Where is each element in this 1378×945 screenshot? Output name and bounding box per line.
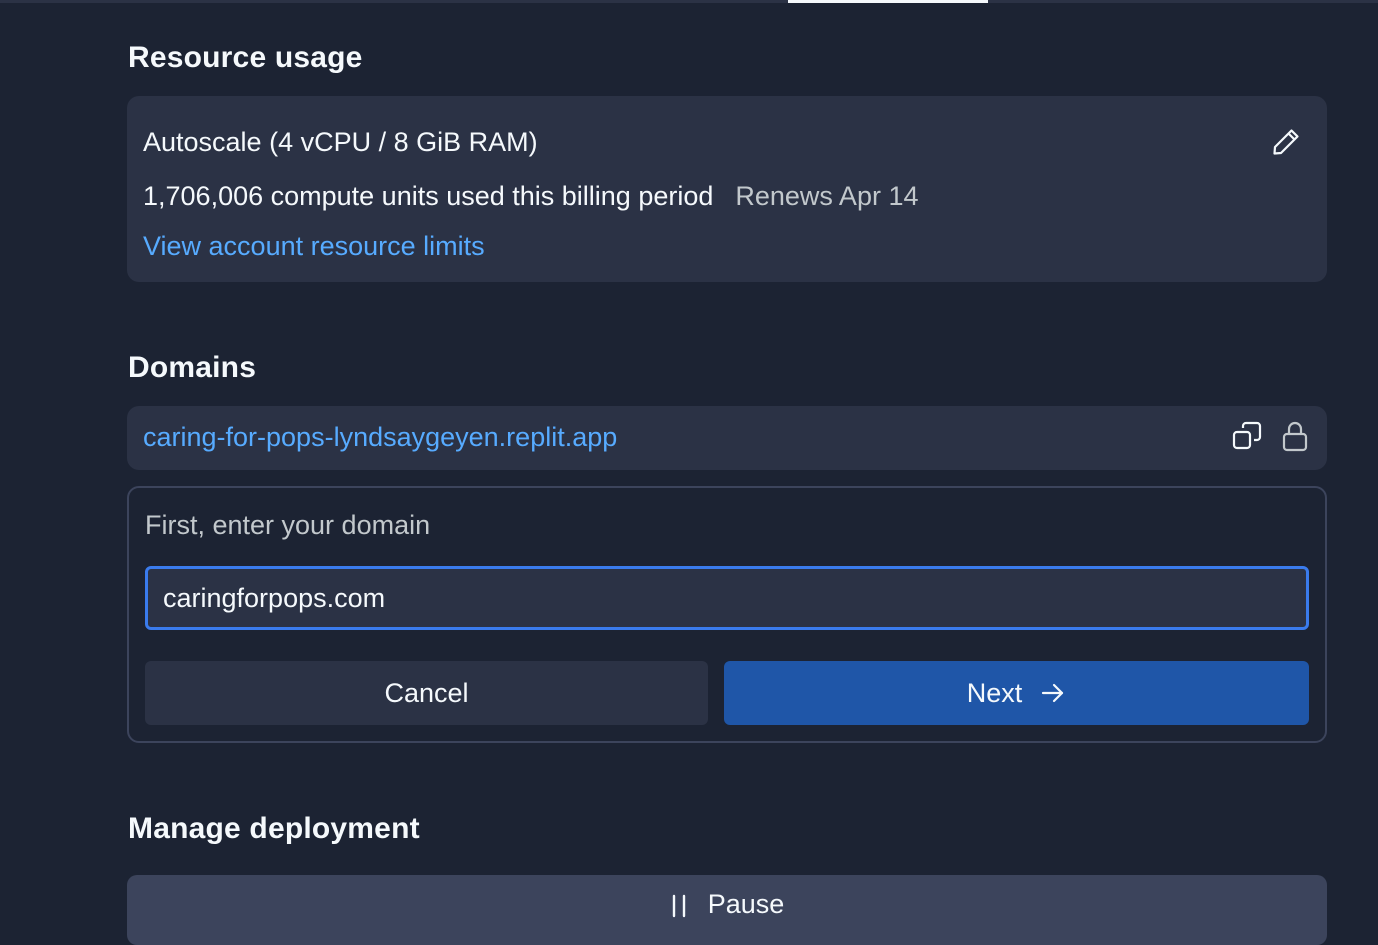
lock-icon	[1281, 420, 1309, 457]
active-tab-indicator	[788, 0, 988, 3]
cancel-label: Cancel	[384, 677, 469, 708]
next-label: Next	[966, 677, 1023, 708]
default-domain-link[interactable]: caring-for-pops-lyndsaygeyen.replit.app	[143, 422, 617, 453]
pause-icon	[670, 893, 688, 919]
domain-input[interactable]	[145, 566, 1309, 630]
arrow-right-icon	[1040, 680, 1066, 706]
renewal-date: Renews Apr 14	[735, 181, 919, 211]
usage-line: 1,706,006 compute units used this billin…	[143, 181, 918, 212]
copy-icon	[1231, 420, 1263, 457]
custom-domain-form: First, enter your domain Cancel Next	[127, 486, 1327, 743]
pause-label: Pause	[707, 889, 785, 919]
domain-input-label: First, enter your domain	[145, 510, 431, 540]
edit-plan-button[interactable]	[1266, 124, 1306, 164]
next-button[interactable]: Next	[724, 661, 1309, 725]
lock-domain-button[interactable]	[1277, 420, 1313, 456]
usage-text: 1,706,006 compute units used this billin…	[143, 181, 714, 211]
copy-domain-button[interactable]	[1229, 420, 1265, 456]
top-tab-bar	[0, 0, 1378, 3]
manage-deployment-title: Manage deployment	[128, 812, 420, 845]
view-resource-limits-link[interactable]: View account resource limits	[143, 231, 485, 262]
domains-title: Domains	[128, 351, 257, 384]
cancel-button[interactable]: Cancel	[145, 661, 708, 725]
plan-label: Autoscale (4 vCPU / 8 GiB RAM)	[143, 127, 538, 157]
pause-deployment-button[interactable]: Pause	[127, 875, 1327, 945]
pencil-icon	[1270, 126, 1302, 163]
resource-usage-title: Resource usage	[128, 41, 363, 74]
default-domain-row: caring-for-pops-lyndsaygeyen.replit.app	[127, 406, 1327, 470]
